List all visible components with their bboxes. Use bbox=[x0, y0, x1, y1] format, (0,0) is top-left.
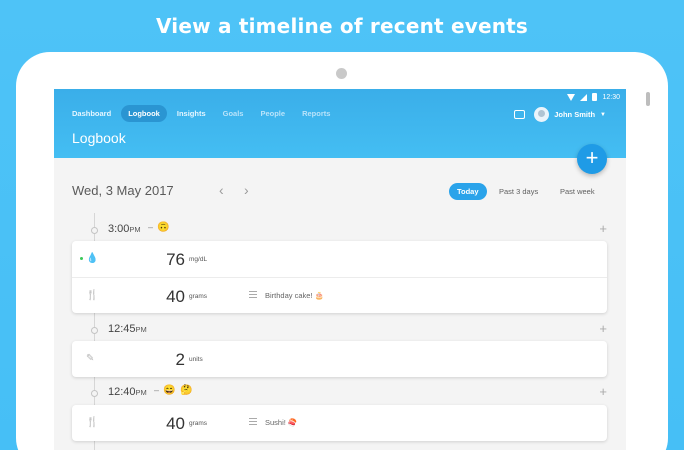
entry-value: 76 bbox=[166, 250, 185, 269]
timeline-dot bbox=[91, 227, 98, 234]
battery-icon bbox=[592, 93, 598, 101]
timeline-dot bbox=[91, 327, 98, 334]
signal-icon bbox=[580, 93, 588, 101]
status-time: 12:30 bbox=[602, 93, 620, 101]
nav-item-insights[interactable]: Insights bbox=[170, 105, 213, 122]
mood-emoji: 🙃 bbox=[157, 222, 170, 233]
app-bar: 12:30 Dashboard Logbook Insights Goals P… bbox=[54, 89, 626, 158]
entry-time: 12:40PM bbox=[108, 386, 147, 398]
add-to-group-icon[interactable]: + bbox=[599, 221, 607, 236]
entry-unit: mg/dL bbox=[189, 256, 208, 263]
entry-card[interactable]: 💧 76 mg/dL 🍴 40 grams Birthday cake! 🎂 bbox=[72, 241, 607, 313]
list-item[interactable]: 🍴 40 grams Sushi! 🍣 bbox=[72, 405, 607, 441]
entry-value: 40 bbox=[166, 414, 185, 433]
entry-value: 40 bbox=[166, 287, 185, 306]
top-nav: Dashboard Logbook Insights Goals People … bbox=[65, 105, 340, 122]
filter-past-3-days[interactable]: Past 3 days bbox=[491, 183, 546, 200]
page-title: Logbook bbox=[72, 130, 126, 146]
filter-past-week[interactable]: Past week bbox=[552, 183, 603, 200]
nav-item-dashboard[interactable]: Dashboard bbox=[65, 105, 118, 122]
avatar[interactable] bbox=[534, 107, 550, 122]
status-dot bbox=[80, 257, 83, 260]
add-to-group-icon[interactable]: + bbox=[599, 384, 607, 399]
list-item[interactable]: 🍴 40 grams Birthday cake! 🎂 bbox=[72, 277, 607, 313]
mood-emoji: 😄 bbox=[163, 385, 176, 396]
app-screen: 12:30 Dashboard Logbook Insights Goals P… bbox=[54, 89, 626, 450]
time-separator: – bbox=[154, 385, 160, 395]
timeline-group-header: 12:45PM + bbox=[72, 321, 607, 337]
caret-down-icon[interactable]: ▼ bbox=[600, 112, 606, 118]
nav-item-logbook[interactable]: Logbook bbox=[121, 105, 167, 122]
date-navigation: Wed, 3 May 2017 ‹ › Today Past 3 days Pa… bbox=[72, 182, 612, 202]
entry-unit: grams bbox=[189, 293, 208, 300]
camera-dot bbox=[336, 68, 347, 79]
entry-note: Sushi! 🍣 bbox=[265, 418, 298, 427]
list-item[interactable]: 💧 76 mg/dL bbox=[72, 241, 607, 277]
timeline-group-header: 12:40PM – 😄 🤔 + bbox=[72, 384, 607, 400]
user-menu[interactable]: John Smith ▼ bbox=[514, 107, 606, 122]
time-separator: – bbox=[148, 222, 154, 232]
chevron-right-icon[interactable]: › bbox=[244, 182, 249, 198]
entry-value: 2 bbox=[175, 350, 185, 369]
wifi-icon bbox=[567, 93, 576, 101]
chevron-left-icon[interactable]: ‹ bbox=[219, 182, 224, 198]
add-entry-button[interactable]: + bbox=[577, 144, 607, 174]
note-icon bbox=[249, 418, 257, 425]
note-icon bbox=[249, 291, 257, 298]
entry-time: 12:45PM bbox=[108, 323, 147, 335]
user-name[interactable]: John Smith bbox=[554, 110, 595, 119]
nav-item-reports[interactable]: Reports bbox=[295, 105, 337, 122]
mood-emoji: 🤔 bbox=[180, 385, 193, 396]
promo-headline: View a timeline of recent events bbox=[155, 14, 529, 38]
nav-item-goals[interactable]: Goals bbox=[216, 105, 251, 122]
filter-today[interactable]: Today bbox=[449, 183, 487, 200]
entry-time: 3:00PM bbox=[108, 223, 141, 235]
entry-unit: units bbox=[189, 356, 203, 363]
entry-note: Birthday cake! 🎂 bbox=[265, 291, 324, 300]
current-date: Wed, 3 May 2017 bbox=[72, 183, 174, 198]
status-bar: 12:30 bbox=[567, 91, 620, 103]
add-to-group-icon[interactable]: + bbox=[599, 321, 607, 336]
scrollbar[interactable] bbox=[646, 92, 650, 106]
syringe-icon: ✎ bbox=[86, 353, 95, 364]
entry-card[interactable]: ✎ 2 units bbox=[72, 341, 607, 377]
timeline-group-header: 3:00PM – 🙃 + bbox=[72, 221, 607, 237]
nav-item-people[interactable]: People bbox=[253, 105, 292, 122]
droplet-icon: 💧 bbox=[86, 253, 99, 264]
fork-knife-icon: 🍴 bbox=[86, 290, 99, 301]
chat-icon[interactable] bbox=[514, 110, 526, 119]
entry-card[interactable]: 🍴 40 grams Sushi! 🍣 bbox=[72, 405, 607, 441]
fork-knife-icon: 🍴 bbox=[86, 417, 99, 428]
timeline-dot bbox=[91, 390, 98, 397]
list-item[interactable]: ✎ 2 units bbox=[72, 341, 607, 377]
entry-unit: grams bbox=[189, 420, 208, 427]
